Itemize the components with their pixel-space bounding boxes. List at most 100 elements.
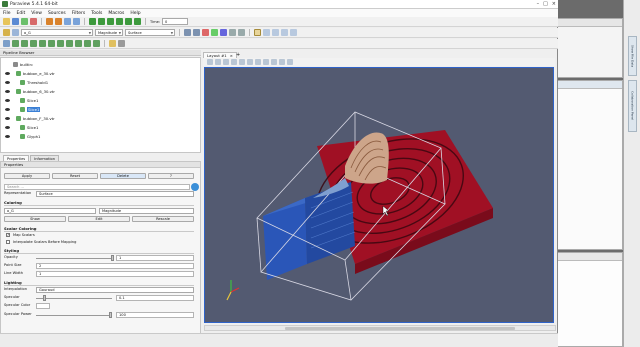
help-button[interactable]: ? xyxy=(148,173,194,179)
eye-icon[interactable] xyxy=(5,71,10,75)
render-view[interactable] xyxy=(204,67,554,323)
interpolate-checkbox[interactable] xyxy=(6,240,10,244)
clear-selection-icon[interactable] xyxy=(287,59,293,65)
slice-icon[interactable] xyxy=(30,40,37,47)
representation-select[interactable]: Surface xyxy=(36,191,194,197)
play-icon[interactable] xyxy=(107,18,114,25)
eye-icon[interactable] xyxy=(5,89,10,93)
select-cells-icon[interactable] xyxy=(263,29,270,36)
last-frame-icon[interactable] xyxy=(125,18,132,25)
stream-tracer-icon[interactable] xyxy=(66,40,73,47)
split-horizontal-icon[interactable] xyxy=(207,59,213,65)
opacity-slider-handle[interactable] xyxy=(111,255,114,261)
select-surface-points-icon[interactable] xyxy=(255,59,261,65)
warp-by-vector-icon[interactable] xyxy=(75,40,82,47)
edit-colormap-button[interactable]: Edit xyxy=(68,216,130,222)
redo-icon[interactable] xyxy=(55,18,62,25)
eye-icon[interactable] xyxy=(5,116,10,120)
delete-button[interactable]: Delete xyxy=(100,173,146,179)
coloring-component-select[interactable]: Magnitude xyxy=(99,208,194,214)
select-surface-cells-icon[interactable] xyxy=(247,59,253,65)
map-scalars-checkbox[interactable]: ✓ xyxy=(6,233,10,237)
interpolation-select[interactable]: Gouraud xyxy=(36,287,194,293)
glyph-icon[interactable] xyxy=(57,40,64,47)
camera-undo-icon[interactable] xyxy=(64,18,71,25)
point-size-field[interactable]: 2 xyxy=(36,263,194,269)
extract-level-icon[interactable] xyxy=(93,40,100,47)
search-input[interactable]: Search ... xyxy=(4,184,190,190)
threshold-icon[interactable] xyxy=(39,40,46,47)
menu-view[interactable]: View xyxy=(31,11,42,16)
specular-power-field[interactable]: 100 xyxy=(116,312,194,318)
tree-item-glyph[interactable]: Glyph1 xyxy=(1,132,40,140)
menu-filters[interactable]: Filters xyxy=(72,11,86,16)
first-frame-icon[interactable] xyxy=(89,18,96,25)
tree-item-threshold[interactable]: Threshold1 xyxy=(1,78,48,86)
rescale-button[interactable]: Rescale xyxy=(132,216,194,222)
color-map-editor-icon[interactable] xyxy=(3,29,10,36)
horizontal-scrollbar[interactable] xyxy=(204,325,556,331)
connect-icon[interactable] xyxy=(21,18,28,25)
view-x-icon[interactable] xyxy=(202,29,209,36)
gear-icon[interactable] xyxy=(191,183,199,191)
tree-item-slice[interactable]: Slice1 xyxy=(1,123,38,131)
specular-slider-handle[interactable] xyxy=(43,295,46,301)
reset-camera-icon[interactable] xyxy=(223,59,229,65)
python-shell-icon[interactable] xyxy=(109,40,116,47)
macro-icon[interactable] xyxy=(118,40,125,47)
eye-icon[interactable] xyxy=(5,98,10,102)
menu-macros[interactable]: Macros xyxy=(108,11,124,16)
menu-file[interactable]: File xyxy=(3,11,11,16)
tree-item-slice-selected[interactable]: Slice1 xyxy=(1,105,41,113)
interactive-select-icon[interactable] xyxy=(279,59,285,65)
color-array-select[interactable]: o_G ▼ xyxy=(21,29,93,36)
loop-icon[interactable] xyxy=(134,18,141,25)
tree-item-builtin[interactable]: builtin: xyxy=(1,60,33,68)
calculator-icon[interactable] xyxy=(3,40,10,47)
split-vertical-icon[interactable] xyxy=(215,59,221,65)
undo-icon[interactable] xyxy=(46,18,53,25)
open-file-icon[interactable] xyxy=(3,18,10,25)
save-state-icon[interactable] xyxy=(12,18,19,25)
maximize-icon[interactable]: □ xyxy=(543,1,548,7)
coloring-array-select[interactable]: o_G xyxy=(4,208,96,214)
right-tab-collaboration[interactable]: Collaboration Panel xyxy=(628,80,637,132)
tree-item-source[interactable]: bubbon_e_30.vtr xyxy=(1,69,55,77)
show-center-icon[interactable] xyxy=(290,29,297,36)
specular-power-slider[interactable] xyxy=(36,315,112,316)
show-colorbar-button[interactable]: Show xyxy=(4,216,66,222)
close-icon[interactable]: × xyxy=(552,1,556,7)
opacity-slider[interactable] xyxy=(36,258,112,259)
eye-icon[interactable] xyxy=(5,80,10,84)
rotate-ccw-icon[interactable] xyxy=(238,29,245,36)
menu-sources[interactable]: Sources xyxy=(48,11,66,16)
specular-color-button[interactable] xyxy=(36,303,50,309)
select-frustum-icon[interactable] xyxy=(263,59,269,65)
reset-camera-icon[interactable] xyxy=(184,29,191,36)
eye-icon[interactable] xyxy=(5,107,10,111)
tree-item-source[interactable]: bubbon_F_30.vtr xyxy=(1,114,55,122)
menu-tools[interactable]: Tools xyxy=(91,11,102,16)
eye-icon[interactable] xyxy=(5,134,10,138)
pick-center-icon[interactable] xyxy=(281,29,288,36)
zoom-to-data-icon[interactable] xyxy=(193,29,200,36)
tree-item-source[interactable]: bubbon_6_30.vtr xyxy=(1,87,55,95)
line-width-field[interactable]: 1 xyxy=(36,271,194,277)
opacity-field[interactable]: 1 xyxy=(116,255,194,261)
previous-frame-icon[interactable] xyxy=(98,18,105,25)
reset-button[interactable]: Reset xyxy=(52,173,98,179)
scrollbar-thumb[interactable] xyxy=(285,327,515,330)
minimize-icon[interactable]: – xyxy=(537,1,540,7)
next-frame-icon[interactable] xyxy=(116,18,123,25)
camera-redo-icon[interactable] xyxy=(73,18,80,25)
select-points-icon[interactable] xyxy=(272,29,279,36)
capture-screenshot-icon[interactable] xyxy=(231,59,237,65)
reset-range-icon[interactable] xyxy=(12,29,19,36)
camera-icon[interactable] xyxy=(239,59,245,65)
time-field[interactable]: 0 xyxy=(162,18,189,25)
representation-select[interactable]: Surface ▼ xyxy=(125,29,175,36)
view-z-icon[interactable] xyxy=(220,29,227,36)
group-datasets-icon[interactable] xyxy=(84,40,91,47)
contour-icon[interactable] xyxy=(12,40,19,47)
interaction-mode-icon[interactable] xyxy=(254,29,261,36)
